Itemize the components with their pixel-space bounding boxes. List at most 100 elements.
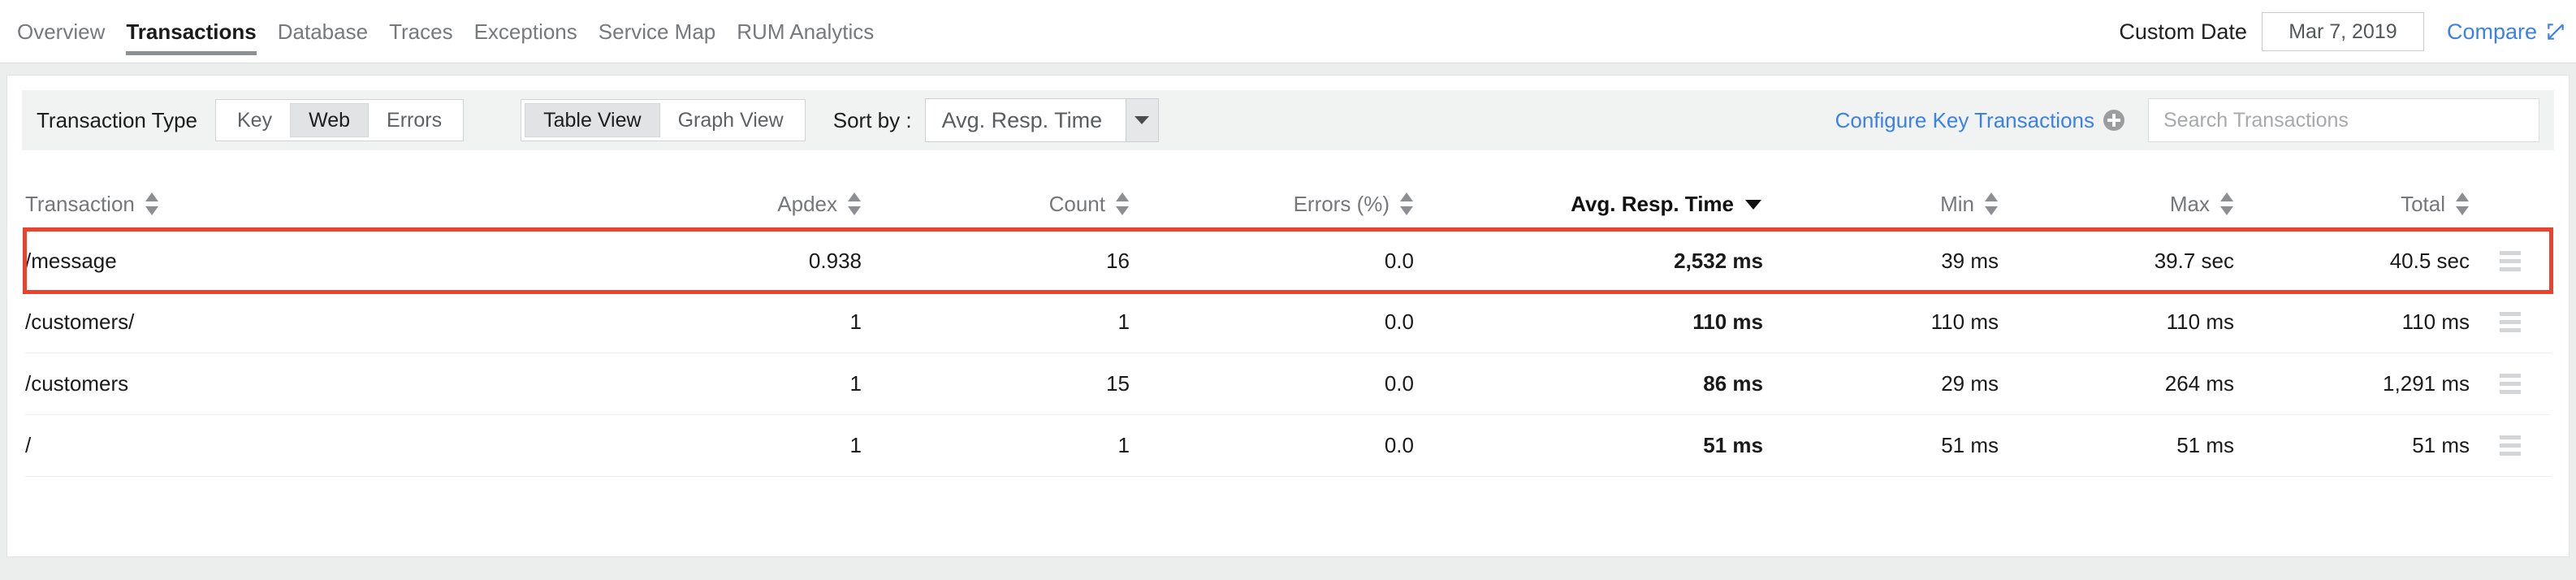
table-row[interactable]: /110.051 ms51 ms51 ms51 ms xyxy=(25,415,2551,477)
row-menu-icon[interactable] xyxy=(2500,435,2521,456)
table-row[interactable]: /customers/110.0110 ms110 ms110 ms110 ms xyxy=(25,292,2551,353)
compare-label: Compare xyxy=(2447,19,2537,45)
row-menu-icon[interactable] xyxy=(2500,312,2521,332)
column-header-label: Avg. Resp. Time xyxy=(1571,192,1734,217)
cell-errors: 0.0 xyxy=(1130,371,1414,396)
date-range-group: Custom Date Mar 7, 2019 Compare xyxy=(2119,0,2566,63)
search-transactions-box[interactable] xyxy=(2148,98,2539,142)
cell-min: 29 ms xyxy=(1763,371,1999,396)
cell-min: 51 ms xyxy=(1763,433,1999,458)
column-header-max[interactable]: Max xyxy=(1999,192,2234,217)
compare-link[interactable]: Compare xyxy=(2447,19,2566,45)
cell-avg: 86 ms xyxy=(1414,371,1763,396)
transaction-type-option-web[interactable]: Web xyxy=(290,103,369,137)
view-mode-segmented-control: Table ViewGraph View xyxy=(521,99,806,141)
nav-tab-service-map[interactable]: Service Map xyxy=(588,0,727,63)
table-header-row: Transaction Apdex Count Errors (%) Avg. Resp… xyxy=(25,178,2551,230)
cell-total: 1,291 ms xyxy=(2234,371,2470,396)
row-menu-cell xyxy=(2470,435,2551,456)
cell-apdex: 1 xyxy=(594,433,862,458)
cell-max: 39.7 sec xyxy=(1999,249,2234,274)
search-input[interactable] xyxy=(2149,109,2539,132)
cell-count: 1 xyxy=(862,433,1130,458)
row-menu-cell xyxy=(2470,374,2551,394)
table-row[interactable]: /message0.938160.02,532 ms39 ms39.7 sec4… xyxy=(25,230,2551,292)
cell-max: 264 ms xyxy=(1999,371,2234,396)
sort-toggle-icon xyxy=(2219,192,2234,216)
nav-tab-exceptions[interactable]: Exceptions xyxy=(464,0,588,63)
cell-errors: 0.0 xyxy=(1130,249,1414,274)
cell-total: 51 ms xyxy=(2234,433,2470,458)
sort-desc-icon xyxy=(1744,197,1763,210)
transaction-type-label: Transaction Type xyxy=(37,108,197,133)
cell-count: 15 xyxy=(862,371,1130,396)
date-picker-input[interactable]: Mar 7, 2019 xyxy=(2262,12,2424,51)
column-header-count[interactable]: Count xyxy=(862,192,1130,217)
row-menu-cell xyxy=(2470,251,2551,271)
cell-count: 16 xyxy=(862,249,1130,274)
cell-apdex: 0.938 xyxy=(594,249,862,274)
sort-toggle-icon xyxy=(1115,192,1130,216)
column-header-label: Total xyxy=(2401,192,2445,217)
column-header-apdex[interactable]: Apdex xyxy=(594,192,862,217)
column-header-total[interactable]: Total xyxy=(2234,192,2470,217)
cell-total: 110 ms xyxy=(2234,309,2470,335)
column-header-label: Max xyxy=(2170,192,2210,217)
row-menu-icon[interactable] xyxy=(2500,251,2521,271)
column-header-transaction[interactable]: Transaction xyxy=(25,192,594,217)
view-mode-option-graph-view[interactable]: Graph View xyxy=(660,103,802,137)
plus-circle-icon xyxy=(2103,109,2125,132)
column-header-label: Count xyxy=(1049,192,1105,217)
cell-avg: 51 ms xyxy=(1414,433,1763,458)
sort-toggle-icon xyxy=(1984,192,1999,216)
date-picker-value: Mar 7, 2019 xyxy=(2289,20,2397,44)
configure-key-transactions-button[interactable]: Configure Key Transactions xyxy=(1835,108,2125,133)
sort-by-select[interactable]: Avg. Resp. Time xyxy=(925,98,1159,142)
cell-avg: 110 ms xyxy=(1414,309,1763,335)
transactions-card: Transaction Type KeyWebErrors Table View… xyxy=(6,75,2570,557)
filters-toolbar: Transaction Type KeyWebErrors Table View… xyxy=(22,90,2554,150)
sort-toggle-icon xyxy=(2455,192,2470,216)
row-menu-cell xyxy=(2470,312,2551,332)
column-header-min[interactable]: Min xyxy=(1763,192,1999,217)
sort-toggle-icon xyxy=(145,192,159,216)
cell-transaction[interactable]: /customers/ xyxy=(25,309,594,335)
cell-count: 1 xyxy=(862,309,1130,335)
nav-tab-traces[interactable]: Traces xyxy=(378,0,464,63)
cell-transaction[interactable]: /message xyxy=(25,249,594,274)
column-header-label: Transaction xyxy=(25,192,135,217)
table-row[interactable]: /customers1150.086 ms29 ms264 ms1,291 ms xyxy=(25,353,2551,415)
column-header-label: Errors (%) xyxy=(1294,192,1390,217)
custom-date-label: Custom Date xyxy=(2119,19,2247,45)
table-body: /message0.938160.02,532 ms39 ms39.7 sec4… xyxy=(25,230,2551,477)
column-header-avg[interactable]: Avg. Resp. Time xyxy=(1414,192,1763,217)
nav-tab-rum-analytics[interactable]: RUM Analytics xyxy=(726,0,884,63)
sort-toggle-icon xyxy=(1399,192,1414,216)
cell-max: 110 ms xyxy=(1999,309,2234,335)
nav-tab-transactions[interactable]: Transactions xyxy=(115,0,266,63)
nav-tab-database[interactable]: Database xyxy=(267,0,378,63)
sort-by-label: Sort by : xyxy=(833,108,912,133)
cell-apdex: 1 xyxy=(594,371,862,396)
cell-total: 40.5 sec xyxy=(2234,249,2470,274)
cell-transaction[interactable]: /customers xyxy=(25,371,594,396)
cell-min: 39 ms xyxy=(1763,249,1999,274)
sort-by-value[interactable]: Avg. Resp. Time xyxy=(926,99,1126,141)
cell-errors: 0.0 xyxy=(1130,433,1414,458)
column-header-errors[interactable]: Errors (%) xyxy=(1130,192,1414,217)
view-mode-option-table-view[interactable]: Table View xyxy=(525,103,659,137)
cell-avg: 2,532 ms xyxy=(1414,249,1763,274)
transactions-table: Transaction Apdex Count Errors (%) Avg. Resp… xyxy=(25,178,2551,477)
cell-apdex: 1 xyxy=(594,309,862,335)
cell-max: 51 ms xyxy=(1999,433,2234,458)
chevron-down-icon[interactable] xyxy=(1126,99,1158,141)
transaction-type-option-errors[interactable]: Errors xyxy=(369,103,460,137)
nav-tab-overview[interactable]: Overview xyxy=(6,0,115,63)
column-header-label: Min xyxy=(1940,192,1974,217)
cell-errors: 0.0 xyxy=(1130,309,1414,335)
column-header-label: Apdex xyxy=(777,192,837,217)
cell-transaction[interactable]: / xyxy=(25,433,594,458)
row-menu-icon[interactable] xyxy=(2500,374,2521,394)
transaction-type-option-key[interactable]: Key xyxy=(219,103,290,137)
sort-toggle-icon xyxy=(847,192,862,216)
